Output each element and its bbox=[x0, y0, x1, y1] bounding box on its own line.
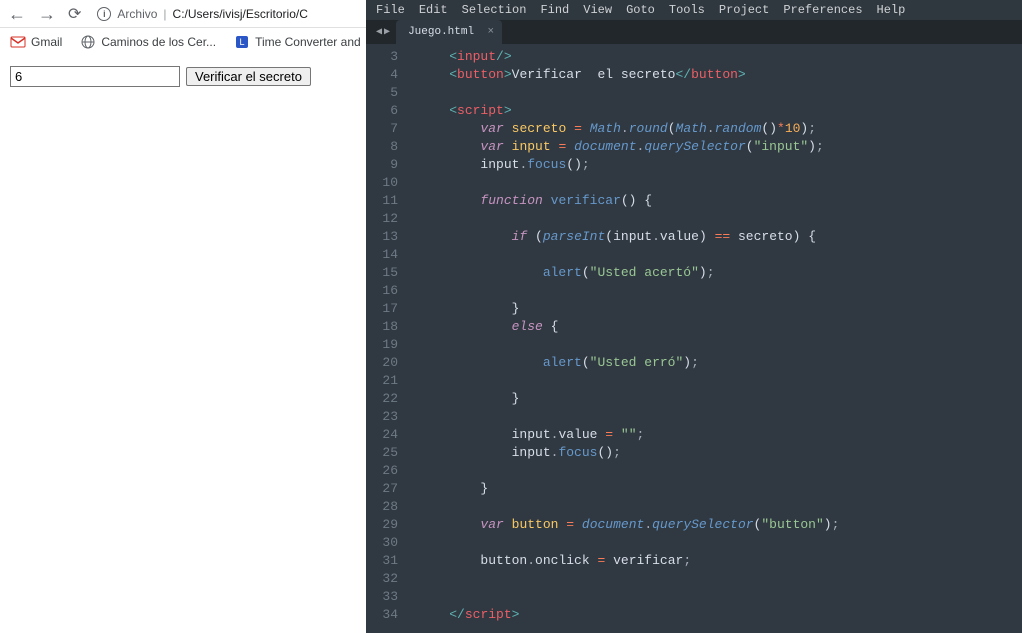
bookmark-caminos[interactable]: Caminos de los Cer... bbox=[80, 34, 216, 50]
bookmark-time[interactable]: L Time Converter and bbox=[234, 34, 361, 50]
gmail-icon bbox=[10, 34, 26, 50]
secret-input[interactable] bbox=[10, 66, 180, 87]
editor-window: File Edit Selection Find View Goto Tools… bbox=[366, 0, 1022, 633]
verify-button[interactable]: Verificar el secreto bbox=[186, 67, 311, 86]
menu-goto[interactable]: Goto bbox=[626, 3, 655, 17]
bookmark-gmail[interactable]: Gmail bbox=[10, 34, 62, 50]
menu-project[interactable]: Project bbox=[719, 3, 769, 17]
svg-text:L: L bbox=[240, 37, 245, 47]
url-text: C:/Users/ivisj/Escritorio/C bbox=[173, 7, 308, 21]
editor-tabbar: ◀ ▶ Juego.html × bbox=[366, 20, 1022, 44]
menu-view[interactable]: View bbox=[583, 3, 612, 17]
tab-prev-icon[interactable]: ◀ bbox=[376, 26, 382, 38]
menu-file[interactable]: File bbox=[376, 3, 405, 17]
editor-menubar: File Edit Selection Find View Goto Tools… bbox=[366, 0, 1022, 20]
editor-tab[interactable]: Juego.html × bbox=[396, 20, 502, 44]
bookmark-label: Time Converter and bbox=[255, 35, 361, 49]
tab-title: Juego.html bbox=[408, 26, 474, 38]
line-gutter: 3456789101112131415161718192021222324252… bbox=[366, 44, 408, 633]
menu-tools[interactable]: Tools bbox=[669, 3, 705, 17]
archivo-label: Archivo bbox=[117, 7, 157, 21]
back-icon[interactable]: ← bbox=[8, 5, 26, 23]
forward-icon[interactable]: → bbox=[38, 5, 56, 23]
menu-edit[interactable]: Edit bbox=[419, 3, 448, 17]
menu-help[interactable]: Help bbox=[877, 3, 906, 17]
menu-find[interactable]: Find bbox=[540, 3, 569, 17]
reload-icon[interactable]: ⟳ bbox=[68, 4, 81, 24]
tab-next-icon[interactable]: ▶ bbox=[384, 26, 390, 38]
close-icon[interactable]: × bbox=[487, 26, 494, 38]
info-icon: i bbox=[97, 7, 111, 21]
menu-preferences[interactable]: Preferences bbox=[783, 3, 862, 17]
code-area[interactable]: <input/> <button>Verificar el secreto</b… bbox=[408, 44, 1022, 633]
bookmark-label: Gmail bbox=[31, 35, 62, 49]
globe-icon bbox=[80, 34, 96, 50]
bookmark-label: Caminos de los Cer... bbox=[101, 35, 216, 49]
menu-selection[interactable]: Selection bbox=[462, 3, 527, 17]
clock-icon: L bbox=[234, 34, 250, 50]
